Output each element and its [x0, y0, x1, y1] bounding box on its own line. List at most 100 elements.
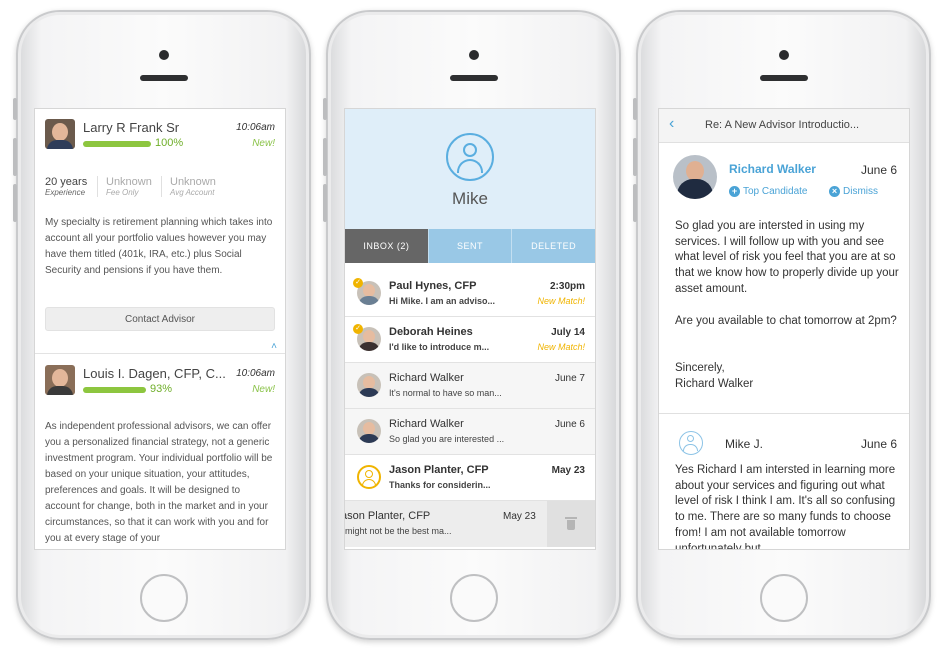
stat-fee-only: Unknown Fee Only — [97, 176, 152, 197]
match-bar — [83, 387, 146, 393]
advisor-card[interactable]: Louis I. Dagen, CFP, C... 10:06am 93% Ne… — [35, 355, 285, 549]
mute-switch — [323, 98, 327, 120]
tab-inbox[interactable]: INBOX (2) — [345, 229, 428, 263]
match-bar — [83, 141, 151, 147]
stat-experience: 20 years Experience — [45, 176, 88, 197]
stat-avg-account: Unknown Avg Account — [161, 176, 216, 197]
front-camera — [158, 50, 169, 60]
trash-icon — [565, 517, 577, 530]
volume-up-button — [13, 138, 17, 176]
advisor-list-screen: Larry R Frank Sr 10:06am 100% New! 20 ye… — [34, 108, 286, 550]
thread-header: ‹ Re: A New Advisor Introductio... — [659, 109, 909, 143]
volume-up-button — [323, 138, 327, 176]
sender-avatar — [673, 155, 717, 199]
advisor-description: My specialty is retirement planning whic… — [45, 217, 273, 276]
tab-deleted[interactable]: DELETED — [511, 229, 595, 263]
user-icon — [679, 431, 703, 455]
message-sender: Paul Hynes, CFP — [389, 280, 477, 292]
message-preview: I'd like to introduce m... — [389, 342, 490, 352]
phone-frame-inbox: Mike INBOX (2) SENT DELETED ✓ Paul Hynes… — [323, 10, 621, 640]
message-signature: Sincerely, Richard Walker — [675, 362, 754, 390]
mute-switch — [13, 98, 17, 120]
back-chevron-icon[interactable]: ‹ — [669, 115, 674, 133]
new-badge: New! — [252, 384, 275, 395]
tab-sent[interactable]: SENT — [427, 229, 512, 263]
message-preview: might not be the best ma... — [345, 526, 452, 536]
inbox-screen: Mike INBOX (2) SENT DELETED ✓ Paul Hynes… — [344, 108, 596, 550]
message-date: 2:30pm — [549, 281, 585, 292]
earpiece-speaker — [759, 75, 808, 81]
message-preview: So glad you are interested ... — [389, 434, 505, 444]
sender-avatar — [357, 373, 381, 397]
message-row[interactable]: ✓ Paul Hynes, CFP Hi Mike. I am an advis… — [345, 271, 595, 317]
home-button[interactable] — [139, 574, 188, 622]
advisor-time: 10:06am — [236, 368, 275, 379]
advisor-avatar — [45, 119, 75, 149]
advisor-name: Larry R Frank Sr — [83, 120, 180, 135]
profile-header: Mike — [345, 109, 595, 229]
earpiece-speaker — [449, 75, 498, 81]
volume-down-button — [633, 184, 637, 222]
phone-frame-thread: ‹ Re: A New Advisor Introductio... Richa… — [633, 10, 931, 640]
new-match-tag: New Match! — [537, 342, 585, 352]
phone-frame-advisors: Larry R Frank Sr 10:06am 100% New! 20 ye… — [13, 10, 311, 640]
new-match-tag: New Match! — [537, 296, 585, 306]
sender-avatar — [357, 419, 381, 443]
volume-down-button — [13, 184, 17, 222]
home-button[interactable] — [449, 574, 498, 622]
check-icon: ✓ — [353, 278, 363, 288]
home-button[interactable] — [759, 574, 808, 622]
message-sender: Richard Walker — [389, 372, 464, 384]
sender-name[interactable]: Richard Walker — [729, 162, 816, 176]
earpiece-speaker — [139, 75, 188, 81]
message-date: May 23 — [551, 465, 585, 476]
message-date: June 7 — [554, 373, 585, 384]
delete-button[interactable] — [547, 501, 595, 547]
message-sender: Deborah Heines — [389, 326, 473, 338]
plus-circle-icon: + — [729, 186, 740, 197]
close-circle-icon: × — [829, 186, 840, 197]
chevron-up-icon[interactable]: ˄ — [271, 341, 277, 352]
message-thread-screen: ‹ Re: A New Advisor Introductio... Richa… — [658, 108, 910, 550]
divider — [659, 413, 909, 414]
message-preview: Thanks for considerin... — [389, 480, 491, 490]
message-date: June 6 — [554, 419, 585, 430]
user-icon — [446, 133, 494, 181]
check-icon: ✓ — [353, 324, 363, 334]
advisor-time: 10:06am — [236, 122, 275, 133]
message-row[interactable]: Richard Walker It's normal to have so ma… — [345, 363, 595, 409]
message-row[interactable]: Richard Walker So glad you are intereste… — [345, 409, 595, 455]
advisor-card[interactable]: Larry R Frank Sr 10:06am 100% New! 20 ye… — [35, 109, 285, 354]
top-candidate-button[interactable]: + Top Candidate — [729, 186, 808, 197]
user-icon — [357, 465, 381, 489]
message-preview: It's normal to have so man... — [389, 388, 502, 398]
message-row[interactable]: Jason Planter, CFP Thanks for considerin… — [345, 455, 595, 501]
message-preview: Hi Mike. I am an adviso... — [389, 296, 496, 306]
mute-switch — [633, 98, 637, 120]
message-sender: ason Planter, CFP — [344, 510, 431, 522]
new-badge: New! — [252, 138, 275, 149]
sender-date: June 6 — [860, 163, 897, 177]
thread-title: Re: A New Advisor Introductio... — [705, 119, 860, 131]
message-date: May 23 — [503, 511, 536, 522]
mailbox-tabs: INBOX (2) SENT DELETED — [345, 229, 595, 263]
message-date: July 14 — [551, 327, 585, 338]
swiped-message-row[interactable]: ason Planter, CFP might not be the best … — [345, 501, 595, 547]
message-sender: Richard Walker — [389, 418, 464, 430]
profile-name: Mike — [452, 189, 488, 208]
front-camera — [468, 50, 479, 60]
reply-date: June 6 — [860, 437, 897, 451]
match-percent: 93% — [150, 383, 173, 395]
match-percent: 100% — [155, 137, 184, 149]
message-paragraph: Are you available to chat tomorrow at 2p… — [675, 315, 897, 327]
advisor-name: Louis I. Dagen, CFP, C... — [83, 366, 226, 381]
reply-body: Yes Richard I am intersted in learning m… — [675, 464, 896, 550]
contact-advisor-button[interactable]: Contact Advisor — [45, 307, 275, 331]
volume-down-button — [323, 184, 327, 222]
dismiss-button[interactable]: × Dismiss — [829, 186, 878, 197]
volume-up-button — [633, 138, 637, 176]
advisor-description: As independent professional advisors, we… — [45, 421, 273, 544]
message-sender: Jason Planter, CFP — [389, 464, 489, 476]
message-row[interactable]: ✓ Deborah Heines I'd like to introduce m… — [345, 317, 595, 363]
front-camera — [778, 50, 789, 60]
